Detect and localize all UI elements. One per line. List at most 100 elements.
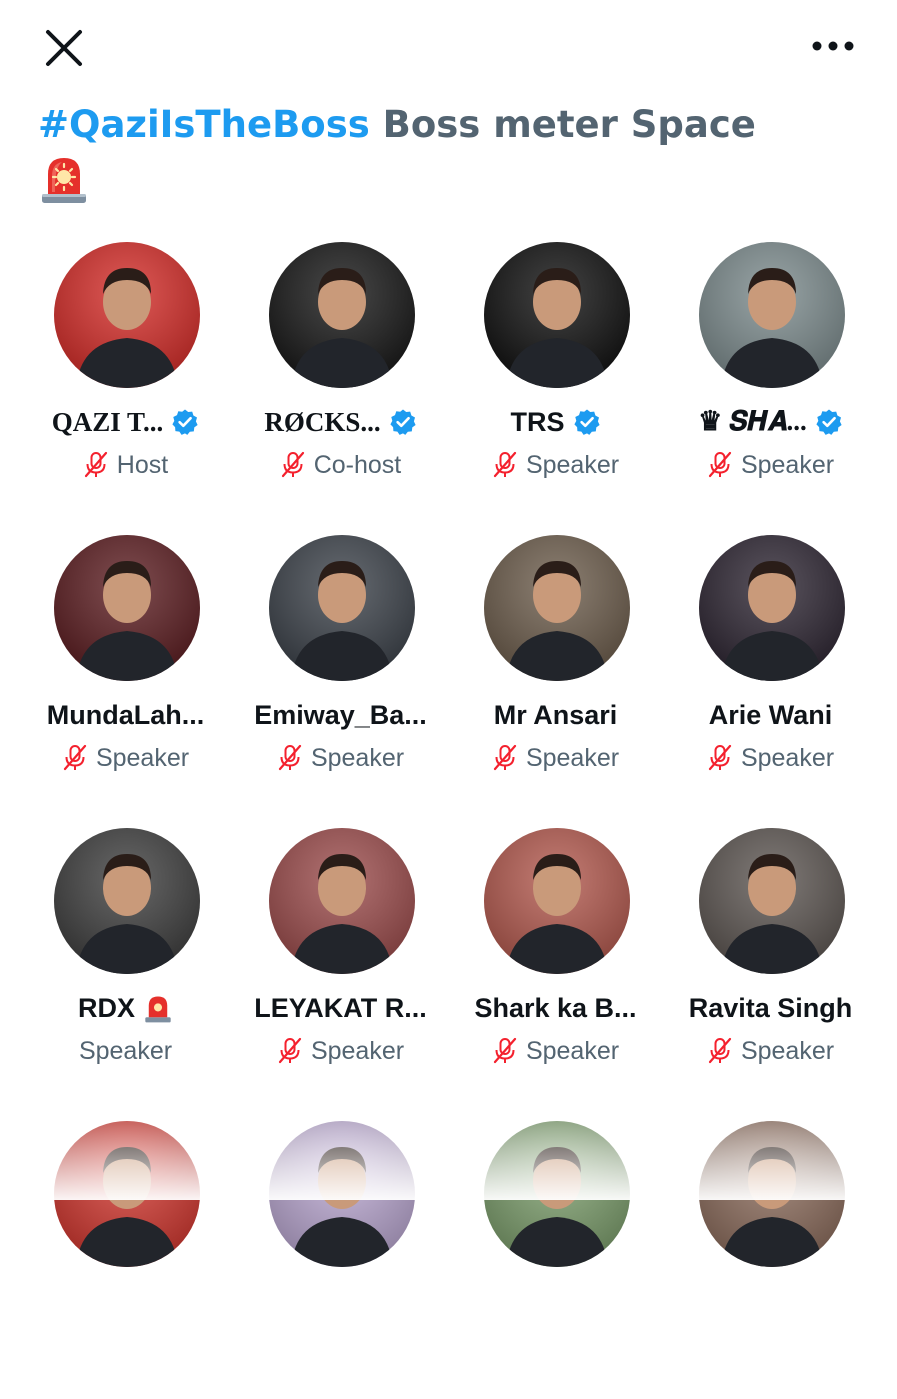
- participant-card[interactable]: Emiway_Ba... Speaker: [233, 533, 448, 813]
- participant-name-row: RDX: [18, 990, 233, 1026]
- participant-card[interactable]: LEYAKAT R... Speaker: [233, 826, 448, 1106]
- participant-name: Mr Ansari: [493, 699, 618, 730]
- mic-off-icon: [278, 744, 302, 771]
- mic-off-icon: [493, 1037, 517, 1064]
- participant-name: ♛ 𝑺𝑯𝑨...: [698, 406, 807, 436]
- participant-card[interactable]: RDX Speaker: [18, 826, 233, 1106]
- participant-role: Speaker: [740, 450, 835, 479]
- participant-card[interactable]: Shark ka B... Speaker: [448, 826, 663, 1106]
- avatar-image: [269, 535, 415, 681]
- participant-card[interactable]: MundaLah... Speaker: [18, 533, 233, 813]
- avatar[interactable]: [484, 828, 630, 974]
- participant-card[interactable]: Mr Ansari Speaker: [448, 533, 663, 813]
- avatar[interactable]: [54, 535, 200, 681]
- avatar-image: [269, 1121, 415, 1267]
- space-title: #QaziIsTheBoss Boss meter Space: [38, 100, 858, 150]
- avatar[interactable]: [484, 1121, 630, 1267]
- participant-name-row: RØCKS...: [233, 404, 448, 440]
- participant-role: Speaker: [525, 743, 620, 772]
- mic-off-icon: [708, 451, 732, 478]
- participant-name: Emiway_Ba...: [254, 699, 427, 730]
- participant-card[interactable]: QAZI T... Host: [18, 240, 233, 520]
- avatar[interactable]: [269, 242, 415, 388]
- verified-badge-icon: [573, 409, 600, 435]
- participant-name: Arie Wani: [708, 699, 833, 730]
- participant-name: Shark ka B...: [474, 992, 637, 1023]
- avatar-image: [699, 242, 845, 388]
- avatar-image: [699, 535, 845, 681]
- participant-name: RØCKS...: [264, 406, 381, 437]
- participant-card[interactable]: ♛ 𝑺𝑯𝑨... Speaker: [663, 240, 878, 520]
- participant-name-row: QAZI T...: [18, 404, 233, 440]
- more-options-button[interactable]: [809, 26, 857, 66]
- mic-off-icon: [281, 451, 304, 478]
- participant-card[interactable]: RØCKS... Co-host: [233, 240, 448, 520]
- close-button[interactable]: [40, 24, 88, 72]
- participant-card[interactable]: [663, 1119, 878, 1399]
- participant-card[interactable]: Arie Wani Speaker: [663, 533, 878, 813]
- participant-role: Speaker: [740, 1036, 835, 1065]
- avatar[interactable]: [269, 535, 415, 681]
- participant-role-row: Speaker: [233, 1034, 448, 1068]
- participant-role: Speaker: [310, 743, 405, 772]
- avatar-image: [54, 242, 200, 388]
- participant-card[interactable]: [448, 1119, 663, 1399]
- participant-name: Ravita Singh: [688, 992, 853, 1023]
- participant-role-row: Co-host: [233, 448, 448, 482]
- avatar[interactable]: [699, 1121, 845, 1267]
- avatar-image: [54, 535, 200, 681]
- participant-name: LEYAKAT R...: [254, 992, 427, 1023]
- participant-role: Speaker: [95, 743, 190, 772]
- participant-name: MundaLah...: [46, 699, 205, 730]
- title-hashtag-link[interactable]: #QaziIsTheBoss: [38, 103, 370, 146]
- participant-name: QAZI T...: [51, 406, 164, 437]
- participant-role-row: Speaker: [448, 448, 663, 482]
- participant-card[interactable]: [18, 1119, 233, 1399]
- avatar[interactable]: [269, 1121, 415, 1267]
- participant-card[interactable]: TRS Speaker: [448, 240, 663, 520]
- avatar-image: [484, 535, 630, 681]
- more-horizontal-icon: [812, 41, 854, 51]
- participant-role: Co-host: [313, 450, 402, 479]
- avatar[interactable]: [484, 242, 630, 388]
- avatar-image: [484, 1121, 630, 1267]
- mic-off-icon: [708, 744, 732, 771]
- avatar[interactable]: [699, 242, 845, 388]
- siren-icon: [145, 996, 171, 1023]
- avatar-image: [54, 828, 200, 974]
- participant-card[interactable]: Ravita Singh Speaker: [663, 826, 878, 1106]
- participant-name-row: Arie Wani: [663, 697, 878, 733]
- participant-name: RDX: [77, 992, 135, 1023]
- participant-name-row: LEYAKAT R...: [233, 990, 448, 1026]
- avatar-image: [484, 242, 630, 388]
- avatar[interactable]: [54, 828, 200, 974]
- avatar-image: [54, 1121, 200, 1267]
- close-icon: [46, 30, 82, 66]
- participant-name-row: Shark ka B...: [448, 990, 663, 1026]
- participant-card[interactable]: [233, 1119, 448, 1399]
- avatar[interactable]: [54, 1121, 200, 1267]
- avatar-image: [699, 828, 845, 974]
- avatar[interactable]: [269, 828, 415, 974]
- participant-name-row: TRS: [448, 404, 663, 440]
- avatar[interactable]: [484, 535, 630, 681]
- avatar[interactable]: [699, 828, 845, 974]
- participant-name-row: Emiway_Ba...: [233, 697, 448, 733]
- avatar[interactable]: [699, 535, 845, 681]
- top-bar: [0, 0, 897, 100]
- participant-role: Speaker: [525, 1036, 620, 1065]
- avatar-image: [269, 828, 415, 974]
- participant-role-row: Speaker: [18, 741, 233, 775]
- participant-role-row: Speaker: [663, 448, 878, 482]
- participant-name-row: Mr Ansari: [448, 697, 663, 733]
- participant-name: TRS: [510, 406, 565, 437]
- mic-off-icon: [493, 744, 517, 771]
- participant-role: Speaker: [525, 450, 620, 479]
- mic-off-icon: [278, 1037, 302, 1064]
- participant-role-row: Speaker: [663, 741, 878, 775]
- title-text: Boss meter Space: [369, 103, 756, 146]
- participant-role-row: Host: [18, 448, 233, 482]
- participant-name-row: ♛ 𝑺𝑯𝑨...: [663, 404, 878, 440]
- participant-role: Host: [116, 450, 169, 479]
- avatar[interactable]: [54, 242, 200, 388]
